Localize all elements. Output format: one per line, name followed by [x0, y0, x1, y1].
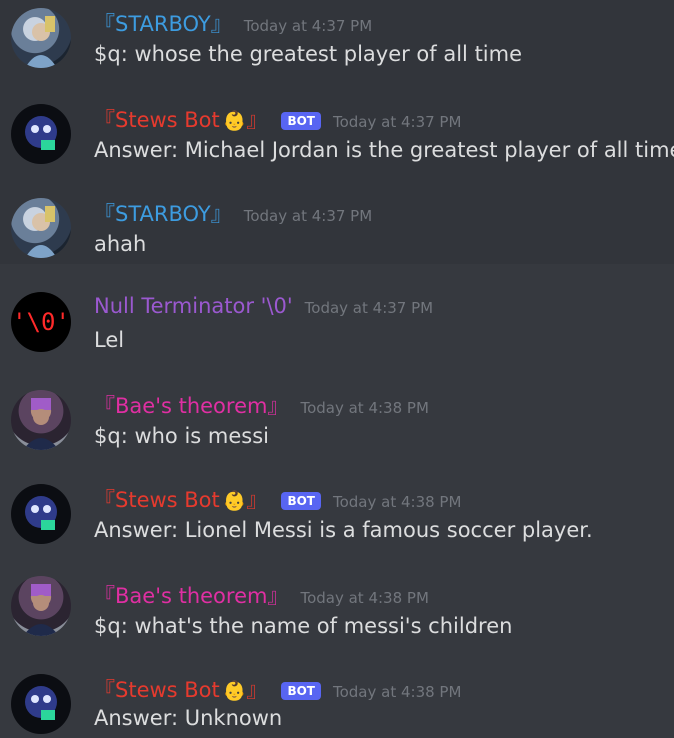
message-text: Lel	[94, 328, 125, 352]
author-name[interactable]: 『Bae's theorem』	[94, 580, 288, 610]
message-timestamp: Today at 4:38 PM	[300, 399, 429, 417]
author-name-suffix: 』	[246, 488, 268, 512]
author-name[interactable]: 『Stews Bot	[94, 484, 220, 514]
message-item: 『Stews Bot 👶 』 BOT Today at 4:38 PM Answ…	[0, 666, 674, 738]
bot-tag: BOT	[281, 112, 321, 130]
author-name[interactable]: 『STARBOY』	[94, 198, 232, 228]
message-text: Answer: Michael Jordan is the greatest p…	[94, 138, 674, 162]
bot-avatar[interactable]	[11, 674, 71, 734]
bot-avatar[interactable]	[11, 104, 71, 164]
author-name[interactable]: 『Bae's theorem』	[94, 390, 288, 420]
user-avatar[interactable]: '\0'	[11, 292, 71, 352]
author-name-suffix: 』	[246, 678, 268, 702]
message-item: 『Bae's theorem』 Today at 4:38 PM $q: wha…	[0, 576, 674, 666]
message-item: 『STARBOY』 Today at 4:37 PM $q: whose the…	[0, 0, 674, 96]
message-timestamp: Today at 4:37 PM	[332, 113, 462, 131]
user-avatar[interactable]	[11, 576, 71, 636]
message-timestamp: Today at 4:37 PM	[243, 207, 373, 225]
bot-tag: BOT	[281, 492, 321, 510]
author-name[interactable]: 『STARBOY』	[94, 8, 232, 38]
message-timestamp: Today at 4:37 PM	[304, 299, 434, 317]
author-name[interactable]: Null Terminator '\0'	[94, 294, 293, 318]
message-item: 『Stews Bot 👶 』 BOT Today at 4:38 PM Answ…	[0, 480, 674, 576]
user-avatar[interactable]	[11, 198, 71, 258]
message-item: 『Stews Bot 👶 』 BOT Today at 4:37 PM Answ…	[0, 96, 674, 192]
bot-tag: BOT	[281, 682, 321, 700]
baby-emoji-icon: 👶	[222, 680, 247, 702]
user-avatar[interactable]	[11, 390, 71, 450]
message-text: Answer: Lionel Messi is a famous soccer …	[94, 518, 593, 542]
message-item: '\0' Null Terminator '\0' Today at 4:37 …	[0, 264, 674, 384]
message-timestamp: Today at 4:38 PM	[332, 493, 462, 511]
message-text: ahah	[94, 232, 147, 256]
message-timestamp: Today at 4:37 PM	[243, 17, 373, 35]
bot-avatar[interactable]	[11, 484, 71, 544]
message-item: 『Bae's theorem』 Today at 4:38 PM $q: who…	[0, 384, 674, 480]
baby-emoji-icon: 👶	[222, 490, 247, 512]
message-item: 『STARBOY』 Today at 4:37 PM ahah	[0, 192, 674, 264]
author-name[interactable]: 『Stews Bot	[94, 674, 220, 704]
message-timestamp: Today at 4:38 PM	[332, 683, 462, 701]
user-avatar[interactable]	[11, 8, 71, 68]
message-text: $q: who is messi	[94, 424, 269, 448]
avatar-text: '\0'	[12, 308, 70, 336]
chat-message-list: 『STARBOY』 Today at 4:37 PM $q: whose the…	[0, 0, 674, 738]
author-name-suffix: 』	[246, 108, 268, 132]
message-text: Answer: Unknown	[94, 706, 283, 730]
message-text: $q: whose the greatest player of all tim…	[94, 42, 523, 66]
message-timestamp: Today at 4:38 PM	[300, 589, 429, 607]
author-name[interactable]: 『Stews Bot	[94, 104, 220, 134]
baby-emoji-icon: 👶	[222, 110, 247, 132]
message-text: $q: what's the name of messi's children	[94, 614, 513, 638]
